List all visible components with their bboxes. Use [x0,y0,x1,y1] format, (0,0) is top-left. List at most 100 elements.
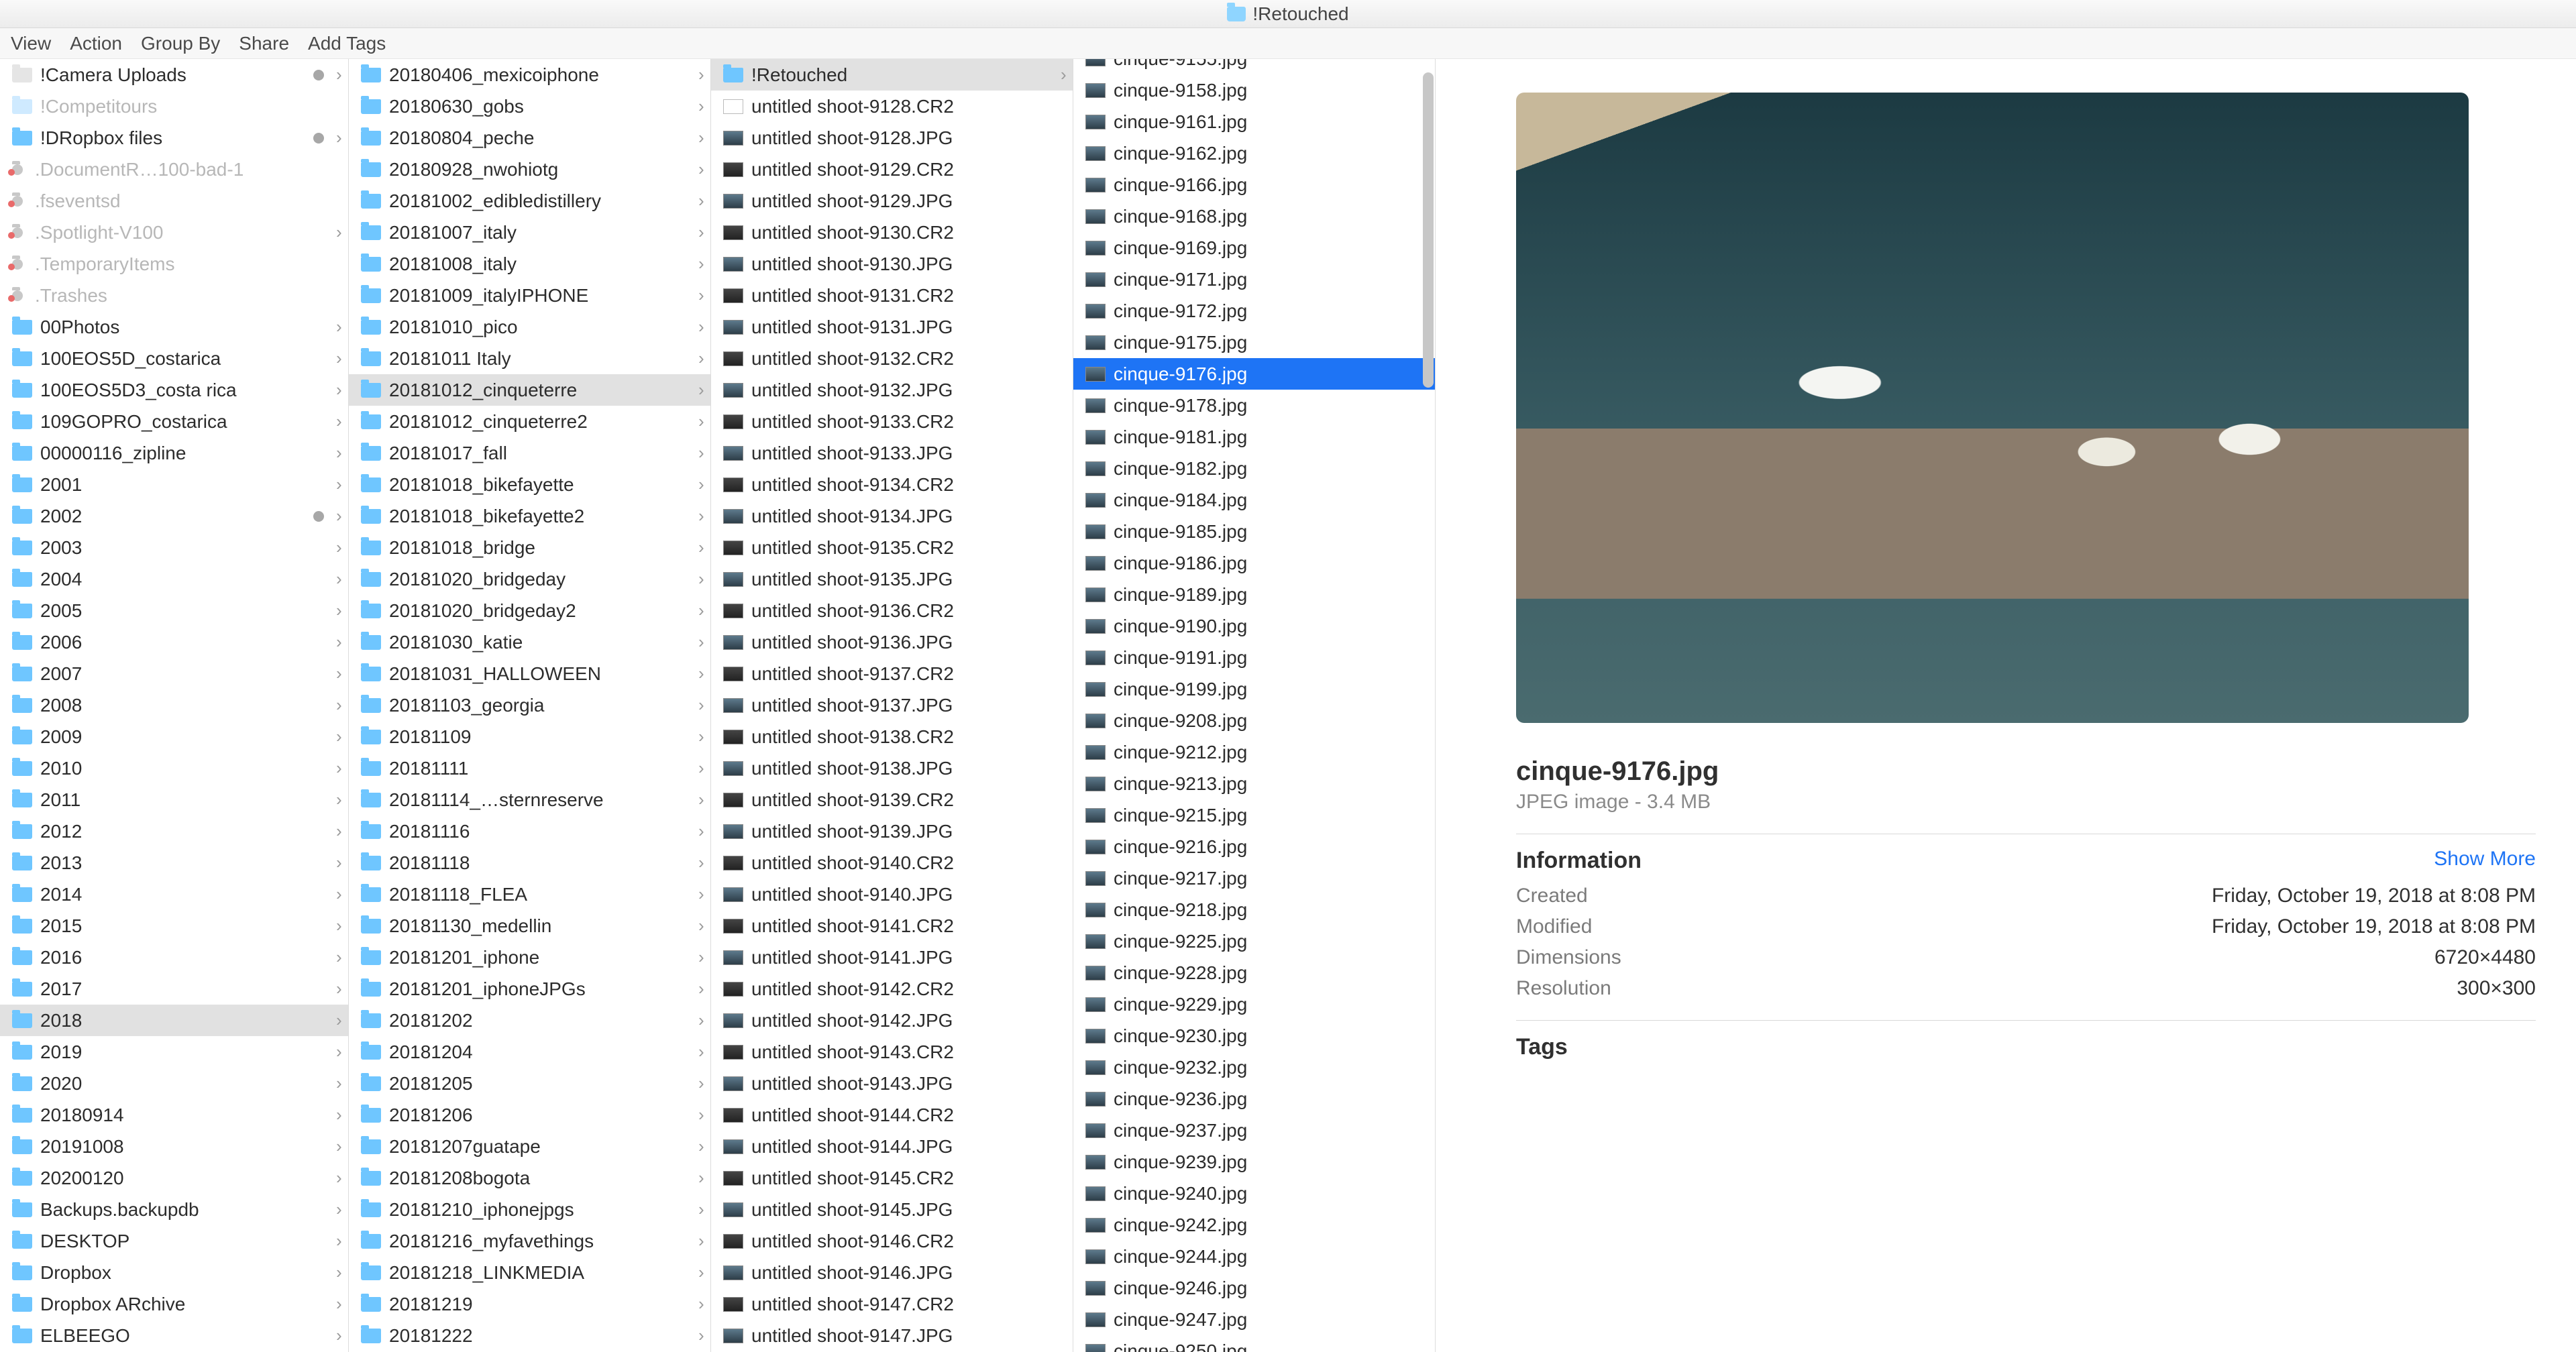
file-row[interactable]: cinque-9184.jpg [1073,484,1435,516]
file-row[interactable]: untitled shoot-9134.CR2 [711,469,1073,500]
file-row[interactable]: untitled shoot-9144.CR2 [711,1099,1073,1131]
folder-row[interactable]: 2003› [0,532,348,563]
file-row[interactable]: cinque-9217.jpg [1073,862,1435,894]
folder-row[interactable]: 20200120› [0,1162,348,1194]
file-row[interactable]: untitled shoot-9133.JPG [711,437,1073,469]
column-4[interactable]: cinque-9155.jpgcinque-9158.jpgcinque-916… [1073,59,1436,1352]
file-row[interactable]: cinque-9215.jpg [1073,799,1435,831]
file-row[interactable]: cinque-9229.jpg [1073,989,1435,1020]
folder-row[interactable]: 2005› [0,595,348,626]
folder-row[interactable]: 100EOS5D3_costa rica› [0,374,348,406]
folder-row[interactable]: Dropbox ARchive› [0,1288,348,1320]
file-row[interactable]: cinque-9182.jpg [1073,453,1435,484]
folder-row[interactable]: .fseventsd [0,185,348,217]
show-more-link[interactable]: Show More [2434,848,2536,874]
file-row[interactable]: untitled shoot-9144.JPG [711,1131,1073,1162]
folder-row[interactable]: !Camera Uploads› [0,59,348,91]
menu-groupby[interactable]: Group By [141,33,220,54]
file-row[interactable]: untitled shoot-9135.JPG [711,563,1073,595]
file-row[interactable]: cinque-9158.jpg [1073,74,1435,106]
folder-row[interactable]: 2009› [0,721,348,752]
folder-row[interactable]: 2008› [0,689,348,721]
folder-row[interactable]: 20180804_peche› [349,122,710,154]
folder-row[interactable]: .Spotlight-V100› [0,217,348,248]
folder-row[interactable]: 2007› [0,658,348,689]
folder-row[interactable]: .DocumentR…100-bad-1 [0,154,348,185]
file-row[interactable]: cinque-9191.jpg [1073,642,1435,673]
file-row[interactable]: cinque-9171.jpg [1073,264,1435,295]
menu-addtags[interactable]: Add Tags [308,33,386,54]
folder-row[interactable]: 20181111› [349,752,710,784]
folder-row[interactable]: 2019› [0,1036,348,1068]
folder-row[interactable]: DESKTOP› [0,1225,348,1257]
file-row[interactable]: untitled shoot-9130.CR2 [711,217,1073,248]
file-row[interactable]: cinque-9216.jpg [1073,831,1435,862]
file-row[interactable]: cinque-9208.jpg [1073,705,1435,736]
file-row[interactable]: cinque-9244.jpg [1073,1241,1435,1272]
file-row[interactable]: untitled shoot-9137.JPG [711,689,1073,721]
file-row[interactable]: untitled shoot-9133.CR2 [711,406,1073,437]
folder-row[interactable]: 20181205› [349,1068,710,1099]
folder-row[interactable]: !DRopbox files› [0,122,348,154]
file-row[interactable]: cinque-9230.jpg [1073,1020,1435,1052]
file-row[interactable]: untitled shoot-9132.CR2 [711,343,1073,374]
folder-row[interactable]: 20181201_iphone› [349,942,710,973]
file-row[interactable]: cinque-9185.jpg [1073,516,1435,547]
folder-row[interactable]: 20181130_medellin› [349,910,710,942]
file-row[interactable]: cinque-9236.jpg [1073,1083,1435,1115]
folder-row[interactable]: 20181018_bridge› [349,532,710,563]
folder-row[interactable]: 20181020_bridgeday2› [349,595,710,626]
folder-row[interactable]: 20181204› [349,1036,710,1068]
file-row[interactable]: cinque-9239.jpg [1073,1146,1435,1178]
folder-row[interactable]: Dropbox› [0,1257,348,1288]
file-row[interactable]: cinque-9181.jpg [1073,421,1435,453]
file-row[interactable]: untitled shoot-9129.CR2 [711,154,1073,185]
folder-row[interactable]: 20181216_myfavethings› [349,1225,710,1257]
folder-row[interactable]: 20181116› [349,815,710,847]
file-row[interactable]: cinque-9175.jpg [1073,327,1435,358]
file-row[interactable]: untitled shoot-9143.CR2 [711,1036,1073,1068]
file-row[interactable]: untitled shoot-9138.JPG [711,752,1073,784]
folder-row[interactable]: 20181010_pico› [349,311,710,343]
folder-row[interactable]: 20181011 Italy› [349,343,710,374]
file-row[interactable]: cinque-9161.jpg [1073,106,1435,137]
file-row[interactable]: untitled shoot-9128.CR2 [711,91,1073,122]
folder-row[interactable]: 2014› [0,879,348,910]
scrollbar[interactable] [1423,72,1434,388]
folder-row[interactable]: 20181207guatape› [349,1131,710,1162]
file-row[interactable]: untitled shoot-9139.CR2 [711,784,1073,815]
file-row[interactable]: cinque-9250.jpg [1073,1335,1435,1352]
menu-action[interactable]: Action [70,33,122,54]
file-row[interactable]: cinque-9169.jpg [1073,232,1435,264]
file-row[interactable]: cinque-9155.jpg [1073,59,1435,74]
folder-row[interactable]: 00000116_zipline› [0,437,348,469]
file-row[interactable]: untitled shoot-9139.JPG [711,815,1073,847]
file-row[interactable]: cinque-9178.jpg [1073,390,1435,421]
folder-row[interactable]: 20181202› [349,1005,710,1036]
file-row[interactable]: untitled shoot-9134.JPG [711,500,1073,532]
file-row[interactable]: untitled shoot-9146.JPG [711,1257,1073,1288]
file-row[interactable]: cinque-9172.jpg [1073,295,1435,327]
file-row[interactable]: untitled shoot-9140.CR2 [711,847,1073,879]
folder-row[interactable]: 20180406_mexicoiphone› [349,59,710,91]
folder-row[interactable]: 20181114_…sternreserve› [349,784,710,815]
folder-row[interactable]: 109GOPRO_costarica› [0,406,348,437]
folder-row[interactable]: 00Photos› [0,311,348,343]
file-row[interactable]: cinque-9189.jpg [1073,579,1435,610]
folder-row[interactable]: 2004› [0,563,348,595]
column-1[interactable]: !Camera Uploads›!Competitours!DRopbox fi… [0,59,349,1352]
folder-row[interactable]: 20181009_italyIPHONE› [349,280,710,311]
folder-row[interactable]: 2015› [0,910,348,942]
file-row[interactable]: cinque-9213.jpg [1073,768,1435,799]
file-row[interactable]: cinque-9218.jpg [1073,894,1435,925]
file-row[interactable]: untitled shoot-9130.JPG [711,248,1073,280]
folder-row[interactable]: 20181030_katie› [349,626,710,658]
file-row[interactable]: untitled shoot-9147.JPG [711,1320,1073,1351]
folder-row[interactable]: 2002› [0,500,348,532]
file-row[interactable]: untitled shoot-9136.CR2 [711,595,1073,626]
file-row[interactable]: untitled shoot-9137.CR2 [711,658,1073,689]
folder-row[interactable]: !Competitours [0,91,348,122]
file-row[interactable]: untitled shoot-9143.JPG [711,1068,1073,1099]
file-row[interactable]: cinque-9162.jpg [1073,137,1435,169]
folder-row[interactable]: 20181222› [349,1320,710,1351]
